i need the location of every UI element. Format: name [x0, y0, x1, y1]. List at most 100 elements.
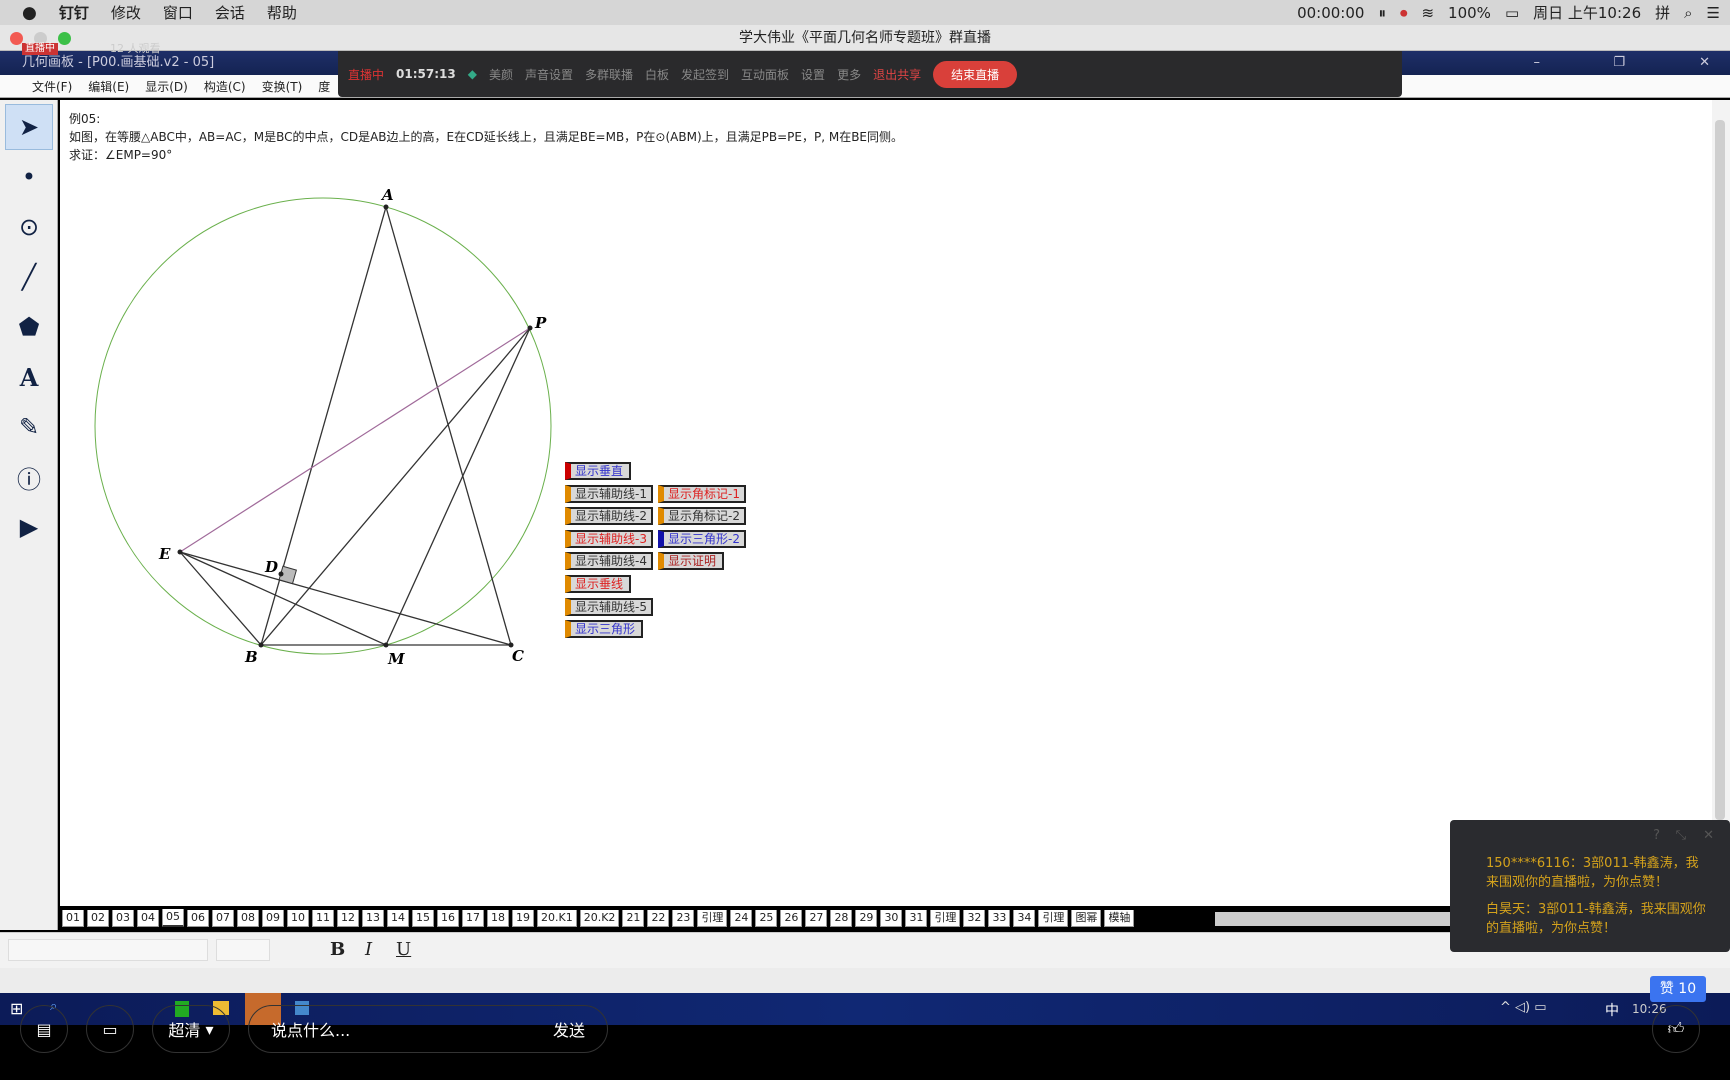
toggle-button[interactable]: 显示三角形-2 — [658, 529, 746, 548]
minimize-app-button[interactable]: – — [1534, 51, 1541, 75]
page-tab[interactable]: 30 — [880, 909, 903, 927]
toggle-button[interactable]: 显示证明 — [658, 552, 724, 571]
stop-record-icon[interactable]: ⏺ — [1400, 4, 1408, 22]
tray-ime[interactable]: 中 — [1605, 1000, 1619, 1020]
menu-list-icon[interactable]: ☰ — [1707, 4, 1720, 22]
page-tab[interactable]: 16 — [437, 909, 459, 927]
page-tab[interactable]: 引理 — [930, 909, 961, 927]
page-tab[interactable]: 22 — [647, 909, 670, 927]
horizontal-scrollbar[interactable] — [1215, 912, 1450, 926]
toggle-button[interactable]: 显示垂线 — [565, 575, 631, 593]
page-tab[interactable]: 09 — [262, 909, 284, 927]
page-tab[interactable]: 02 — [87, 909, 109, 927]
page-tab[interactable]: 04 — [137, 909, 159, 927]
page-tab[interactable]: 25 — [755, 909, 778, 927]
battery-percent: 100% — [1448, 3, 1491, 22]
toggle-button[interactable]: 显示辅助线-2 — [565, 507, 653, 526]
page-tab[interactable]: 28 — [830, 909, 853, 927]
page-tab[interactable]: 33 — [988, 909, 1011, 927]
page-tab[interactable]: 03 — [112, 909, 134, 927]
quality-label: 超清 — [168, 1021, 201, 1040]
close-icon[interactable]: ✕ — [1703, 826, 1714, 845]
settings-button[interactable]: 设置 — [801, 66, 825, 83]
tray-icons[interactable]: ^ ◁) ▭ — [1500, 1000, 1547, 1015]
wifi-icon[interactable]: ≋ — [1421, 4, 1434, 22]
ime-indicator[interactable]: 拼 — [1655, 2, 1670, 23]
page-tabs: 01 02 03 04 05 06 07 08 09 10 11 12 13 14 15 16 17 18 19 20… — [62, 908, 1212, 928]
more-button[interactable]: 更多 — [837, 66, 861, 83]
toggle-button[interactable]: 显示辅助线-1 — [565, 484, 653, 503]
pause-icon[interactable]: ⏸ — [1378, 4, 1386, 22]
page-tab[interactable]: 24 — [730, 909, 753, 927]
page-tab[interactable]: 29 — [855, 909, 878, 927]
page-tab[interactable]: 34 — [1013, 909, 1036, 927]
notes-icon[interactable]: ▤ — [20, 1005, 68, 1053]
page-tab[interactable]: 18 — [487, 909, 509, 927]
end-live-button[interactable]: 结束直播 — [933, 60, 1018, 88]
restore-app-button[interactable]: ❐ — [1613, 51, 1625, 75]
label-a: A — [380, 186, 394, 204]
toggle-button[interactable]: 显示垂直 — [565, 462, 631, 480]
toggle-button[interactable]: 显示角标记-1 — [658, 484, 746, 503]
page-tab[interactable]: 20.K1 — [537, 909, 577, 927]
page-tab[interactable]: 27 — [805, 909, 828, 927]
share-screen-icon[interactable]: ▭ — [86, 1005, 134, 1053]
page-tab[interactable]: 06 — [187, 909, 209, 927]
page-tab[interactable]: 图幂 — [1071, 909, 1102, 927]
toggle-button[interactable]: 显示辅助线-3 — [565, 529, 653, 548]
page-tab[interactable]: 08 — [237, 909, 259, 927]
thumbs-up-icon[interactable]: 👍︎ — [1652, 1005, 1700, 1053]
toggle-button[interactable]: 显示辅助线-5 — [565, 597, 653, 616]
page-tab[interactable]: 07 — [212, 909, 234, 927]
send-button[interactable]: 发送 — [553, 1017, 585, 1041]
vertical-scroll-thumb[interactable] — [1715, 120, 1725, 820]
page-tab[interactable]: 12 — [337, 909, 359, 927]
bold-button[interactable]: B — [330, 939, 345, 960]
segment-ep — [179, 327, 531, 553]
page-tab[interactable]: 05 — [162, 909, 184, 927]
segment-eb — [179, 551, 262, 646]
like-count-badge: 赞 10 — [1650, 976, 1706, 1002]
page-tab[interactable]: 引理 — [697, 909, 728, 927]
geometry-figure: A P E D B M C — [94, 186, 552, 668]
page-tab[interactable]: 11 — [312, 909, 334, 927]
battery-icon[interactable]: ▭ — [1505, 4, 1519, 22]
status-bar — [0, 968, 1730, 993]
page-tab[interactable]: 13 — [362, 909, 384, 927]
quality-select[interactable]: 超清 ▾ — [152, 1005, 230, 1053]
page-tab[interactable]: 21 — [622, 909, 645, 927]
page-tab[interactable]: 23 — [672, 909, 695, 927]
page-tab[interactable]: 20.K2 — [579, 909, 620, 927]
page-tab[interactable]: 19 — [512, 909, 534, 927]
clock[interactable]: 周日 上午10:26 — [1533, 2, 1641, 23]
toggle-button[interactable]: 显示三角形 — [565, 620, 643, 639]
help-icon[interactable]: ? — [1653, 826, 1660, 845]
chat-message: 150****6116：3部011-韩鑫涛，我来围观你的直播啦，为你点赞！ — [1486, 856, 1699, 890]
font-select[interactable] — [8, 939, 208, 961]
page-tab[interactable]: 模轴 — [1104, 909, 1135, 927]
search-icon[interactable]: ⌕ — [1684, 4, 1692, 22]
underline-button[interactable]: U — [396, 939, 411, 960]
page-tab[interactable]: 32 — [963, 909, 986, 927]
close-app-button[interactable]: ✕ — [1699, 51, 1710, 75]
page-tab[interactable]: 10 — [287, 909, 309, 927]
windows-start-icon[interactable]: ⊞ — [10, 999, 23, 1018]
sketch-canvas[interactable]: 例05: 如图，在等腰△ABC中，AB=AC，M是BC的中点，CD是AB边上的高… — [60, 100, 1712, 906]
label-e: E — [158, 545, 171, 563]
page-tab[interactable]: 14 — [387, 909, 409, 927]
page-tab[interactable]: 引理 — [1038, 909, 1069, 927]
page-tab[interactable]: 15 — [412, 909, 434, 927]
page-tab[interactable]: 17 — [462, 909, 484, 927]
italic-button[interactable]: I — [365, 939, 372, 960]
label-p: P — [534, 314, 547, 332]
font-size-select[interactable] — [216, 939, 270, 961]
pin-icon[interactable]: ⤡ — [1676, 826, 1686, 845]
toggle-button[interactable]: 显示角标记-2 — [658, 507, 746, 526]
stop-share-button[interactable]: 退出共享 — [873, 66, 921, 83]
page-tab[interactable]: 01 — [62, 909, 84, 927]
page-tab[interactable]: 31 — [905, 909, 928, 927]
page-tab[interactable]: 26 — [780, 909, 803, 927]
toggle-button[interactable]: 显示辅助线-4 — [565, 552, 653, 571]
segment-pb — [260, 327, 531, 646]
comment-input[interactable]: 说点什么... 发送 — [248, 1005, 608, 1053]
